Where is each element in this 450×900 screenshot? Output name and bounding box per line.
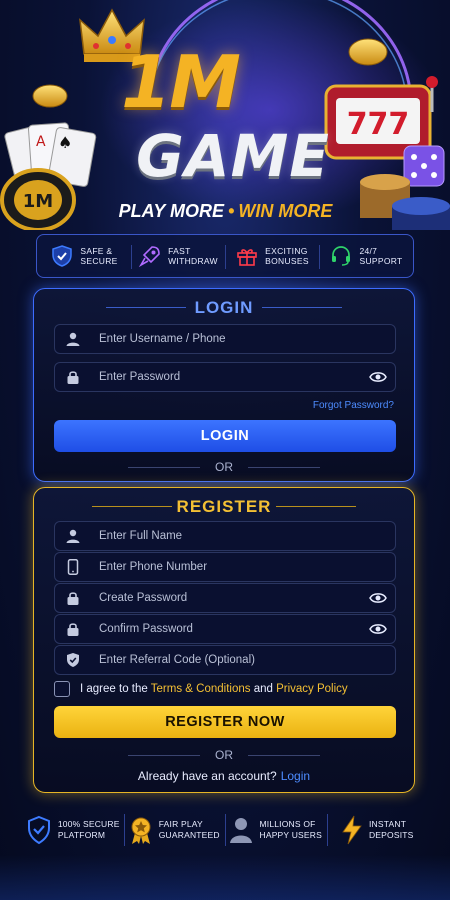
login-link[interactable]: Login [281, 769, 310, 783]
trust-badges: 100% SECURE PLATFORM FAIR PLAY GUARANTEED … [22, 808, 428, 852]
badge-happy-users: MILLIONS OF HAPPY USERS [225, 808, 327, 852]
login-panel: LOGIN Forgot Password? LOGIN OR [33, 288, 415, 482]
features-bar: SAFE & SECURE FAST WITHDRAW EXCITING BONUSE… [36, 234, 414, 278]
confirm-password-input[interactable] [91, 615, 361, 643]
shield-check-icon [27, 815, 50, 845]
svg-text:♠: ♠ [58, 133, 72, 152]
create-password-field[interactable] [54, 583, 396, 613]
eye-icon[interactable] [361, 623, 395, 635]
phone-icon [55, 559, 91, 575]
terms-link[interactable]: Terms & Conditions [151, 683, 251, 695]
badge-line2: DEPOSITS [368, 830, 414, 840]
create-password-input[interactable] [91, 584, 361, 612]
medal-star-icon [131, 817, 151, 844]
badge-line2: GUARANTEED [158, 830, 220, 840]
feature-exciting-bonuses: EXCITING BONUSES [225, 235, 319, 277]
feature-line1: 24/7 [359, 246, 378, 256]
gift-icon [237, 249, 257, 266]
badge-line1: MILLIONS OF [259, 819, 316, 829]
badge-line1: FAIR PLAY [158, 819, 203, 829]
lock-icon [55, 369, 91, 385]
login-or-label: OR [215, 460, 233, 474]
rocket-icon [138, 246, 160, 268]
feature-line1: FAST [168, 246, 191, 256]
or-divider [248, 467, 320, 468]
agree-and: and [253, 683, 273, 695]
badge-secure-platform: 100% SECURE PLATFORM [22, 808, 124, 852]
shield-check-icon [55, 652, 91, 668]
referral-input[interactable] [91, 646, 395, 674]
tagline-win: WIN MORE [238, 201, 333, 221]
login-title: LOGIN [194, 298, 254, 317]
phone-input[interactable] [91, 553, 395, 581]
chip-label: 1M [23, 191, 53, 212]
feature-line1: SAFE & [80, 246, 113, 256]
hero-banner: A ♠ 1M 777 1M GAME PLAY MORE • WIN MORE [0, 0, 450, 230]
badge-line1: INSTANT [368, 819, 407, 829]
badge-fair-play: FAIR PLAY GUARANTEED [123, 808, 226, 852]
phone-field[interactable] [54, 552, 396, 582]
username-input[interactable] [91, 325, 395, 353]
lightning-icon [342, 815, 362, 845]
feature-line2: BONUSES [265, 256, 309, 266]
feature-line2: WITHDRAW [168, 256, 218, 266]
terms-text: I agree to the Terms & Conditions and Pr… [80, 683, 348, 695]
badge-line1: 100% SECURE [57, 819, 120, 829]
terms-checkbox[interactable] [54, 681, 70, 697]
tagline: PLAY MORE • WIN MORE [108, 201, 343, 222]
or-divider [248, 755, 320, 756]
user-icon [55, 528, 91, 544]
register-button[interactable]: REGISTER NOW [54, 706, 396, 738]
shield-check-icon [52, 245, 73, 267]
login-button[interactable]: LOGIN [54, 420, 396, 452]
title-divider [276, 506, 356, 507]
badge-line2: HAPPY USERS [259, 830, 322, 840]
background-floor [0, 855, 450, 900]
terms-agreement: I agree to the Terms & Conditions and Pr… [54, 681, 348, 697]
tagline-play: PLAY MORE [118, 201, 225, 221]
already-account: Already have an account? Login [34, 769, 414, 783]
title-divider [262, 307, 342, 308]
agree-prefix: I agree to the [80, 683, 148, 695]
privacy-link[interactable]: Privacy Policy [276, 683, 348, 695]
tagline-separator: • [228, 201, 235, 221]
feature-safe-secure: SAFE & SECURE [37, 235, 131, 277]
already-text: Already have an account? [137, 769, 277, 783]
feature-fast-withdraw: FAST WITHDRAW [131, 235, 225, 277]
eye-icon[interactable] [361, 371, 395, 383]
user-icon [55, 331, 91, 347]
fullname-input[interactable] [91, 522, 395, 550]
badge-instant-deposits: INSTANT DEPOSITS [326, 808, 429, 852]
eye-icon[interactable] [361, 592, 395, 604]
register-title: REGISTER [176, 497, 272, 516]
fullname-field[interactable] [54, 521, 396, 551]
user-icon [230, 818, 253, 843]
logo-1m: 1M [121, 40, 241, 124]
register-panel: REGISTER Enter Full Name Enter Phone Num… [33, 487, 415, 793]
forgot-password-link[interactable]: Forgot Password? [313, 400, 394, 411]
feature-line1: EXCITING [265, 246, 308, 256]
lock-icon [55, 590, 91, 606]
username-field[interactable] [54, 324, 396, 354]
referral-field[interactable] [54, 645, 396, 675]
lock-icon [55, 621, 91, 637]
svg-text:A: A [36, 134, 46, 150]
password-input[interactable] [91, 363, 361, 391]
badge-line2: PLATFORM [57, 830, 106, 840]
feature-support: 24/7 SUPPORT [319, 235, 413, 277]
feature-line2: SUPPORT [359, 256, 403, 266]
confirm-password-field[interactable] [54, 614, 396, 644]
headset-icon [332, 246, 351, 266]
register-or-label: OR [215, 748, 233, 762]
casino-chip-icon: 1M [0, 168, 76, 230]
dice-icon [403, 145, 445, 187]
logo-game: GAME [136, 122, 330, 190]
feature-line2: SECURE [80, 256, 118, 266]
password-field[interactable] [54, 362, 396, 392]
